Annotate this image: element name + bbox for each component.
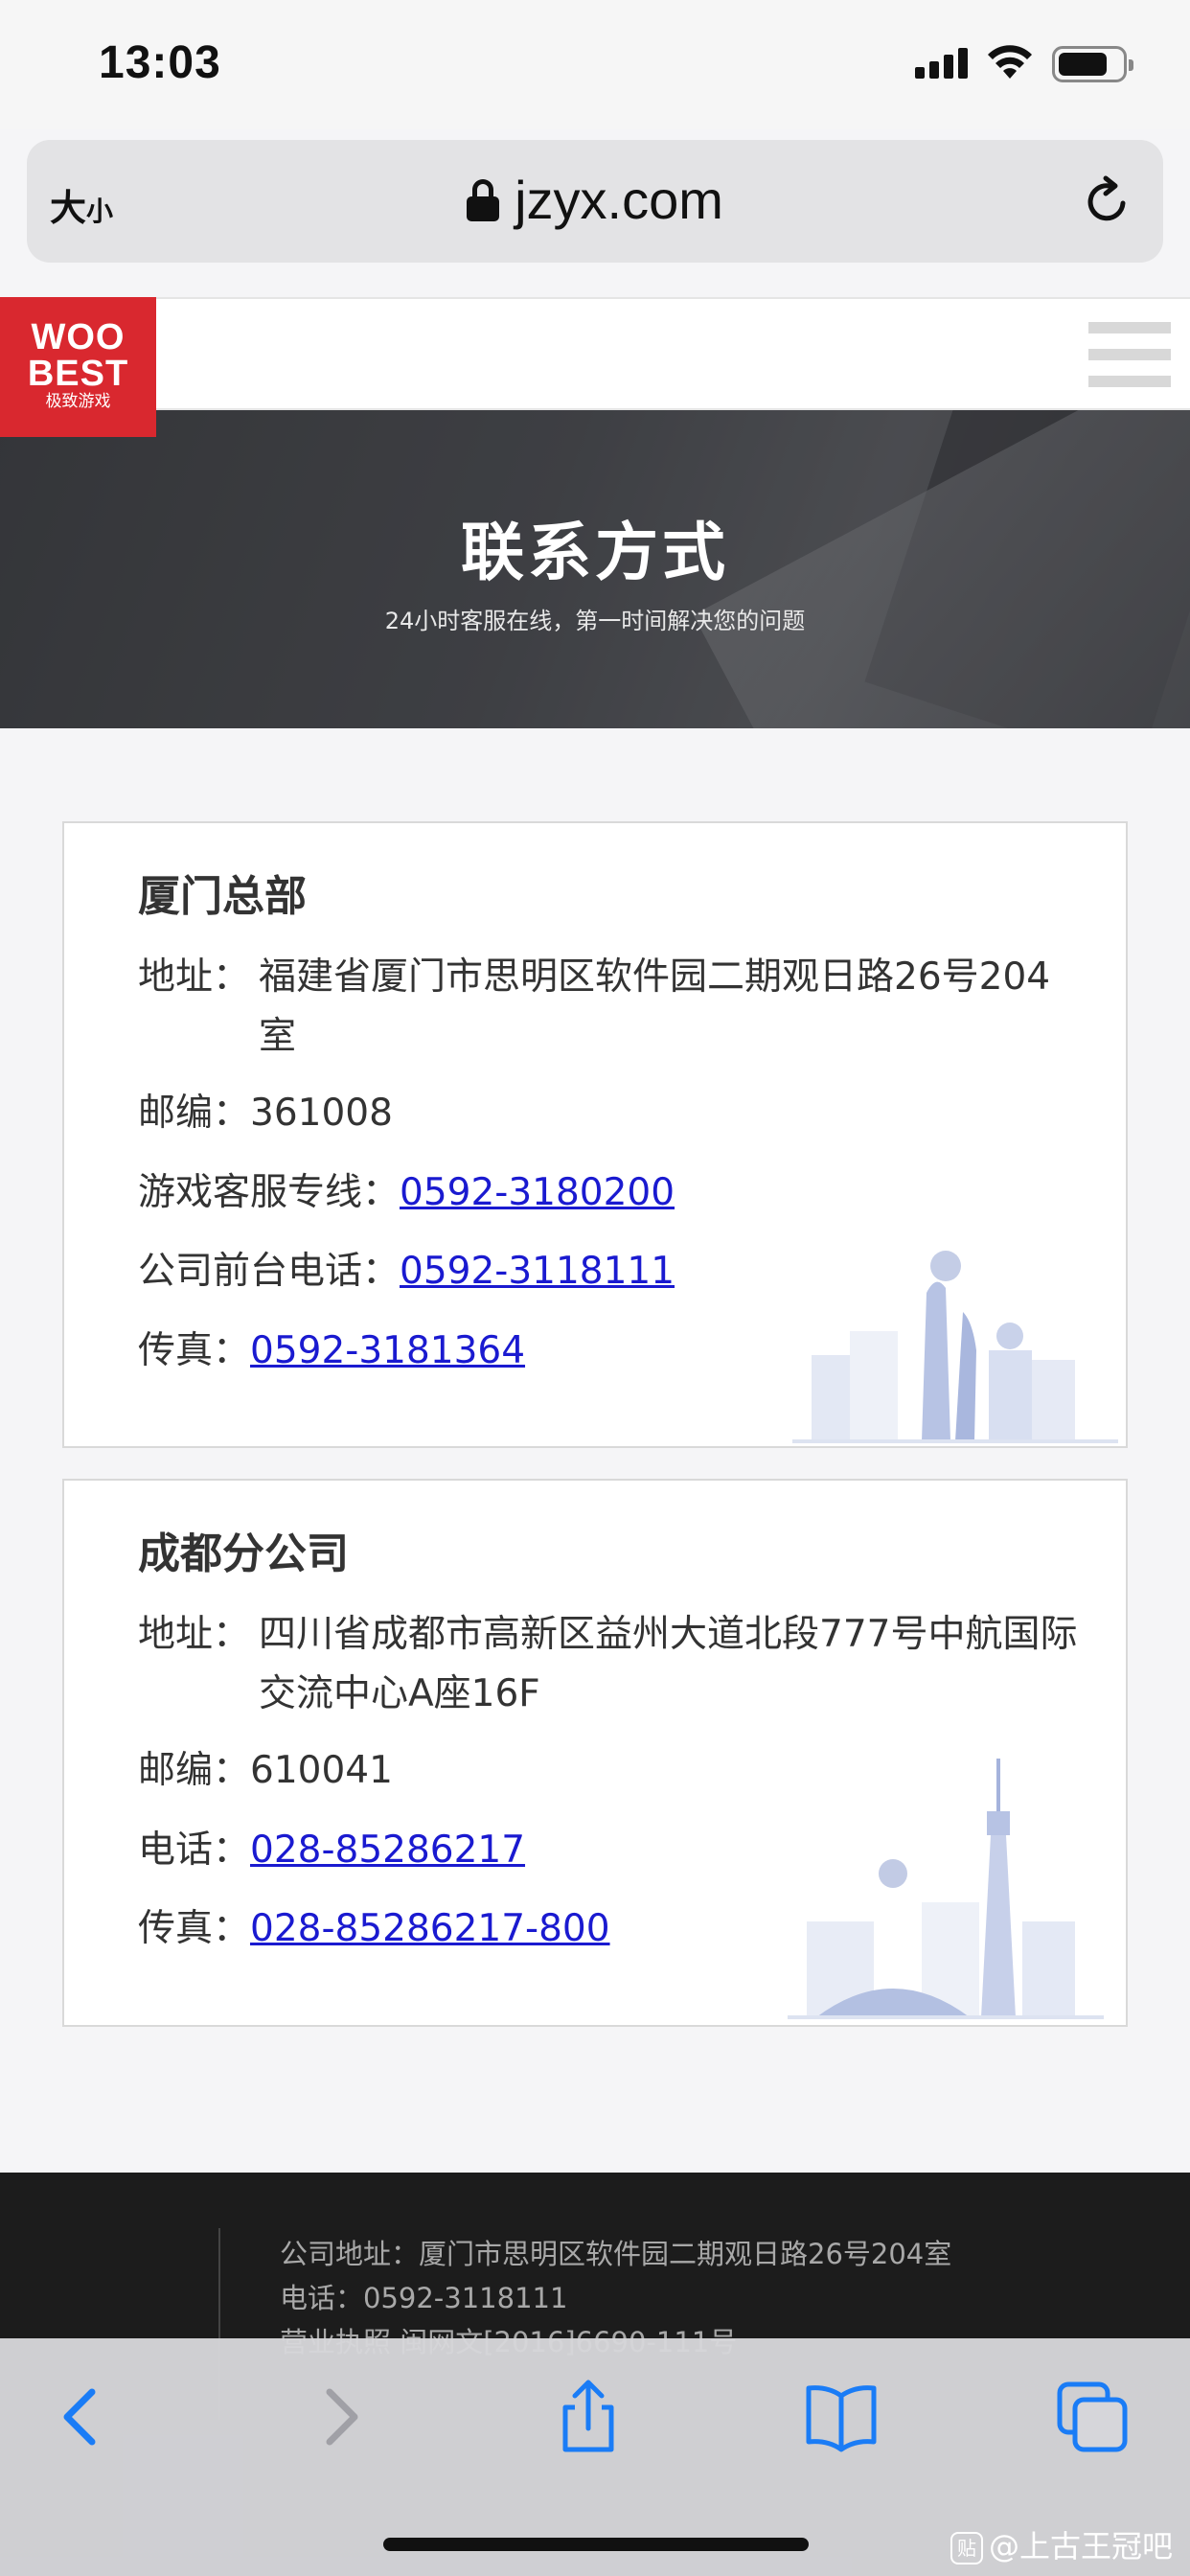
fax-row: 传真：0592-3181364 bbox=[138, 1329, 526, 1372]
zip-row: 邮编：610041 bbox=[138, 1749, 393, 1792]
game-service-row: 游戏客服专线：0592-3180200 bbox=[138, 1171, 675, 1214]
share-icon[interactable] bbox=[550, 2379, 627, 2455]
reload-icon[interactable] bbox=[1081, 174, 1134, 228]
footer-phone: 电话：0592-3118111 bbox=[280, 2282, 568, 2314]
back-icon[interactable] bbox=[44, 2379, 121, 2455]
status-bar: 13:03 bbox=[0, 0, 1190, 129]
office-card-chengdu: 成都分公司 地址： 四川省成都市高新区益州大道北段777号中航国际交流中心A座1… bbox=[62, 1479, 1128, 2027]
page-banner: 联系方式 24小时客服在线，第一时间解决您的问题 bbox=[0, 410, 1190, 728]
fax-link[interactable]: 028-85286217-800 bbox=[250, 1907, 610, 1950]
xiamen-skyline-illustration bbox=[792, 1251, 1118, 1443]
cellular-signal-icon bbox=[915, 48, 971, 79]
footer-address: 公司地址：厦门市思明区软件园二期观日路26号204室 bbox=[280, 2238, 952, 2270]
wifi-icon bbox=[988, 45, 1032, 79]
game-service-phone-link[interactable]: 0592-3180200 bbox=[400, 1171, 675, 1214]
chengdu-skyline-illustration bbox=[788, 1759, 1104, 2019]
office-title: 厦门总部 bbox=[138, 872, 307, 921]
reception-row: 公司前台电话：0592-3118111 bbox=[138, 1250, 675, 1293]
office-card-xiamen: 厦门总部 地址： 福建省厦门市思明区软件园二期观日路26号204室 邮编：361… bbox=[62, 821, 1128, 1448]
phone-row: 电话：028-85286217 bbox=[138, 1828, 526, 1872]
site-header: WOO BEST 极致游戏 bbox=[0, 297, 1190, 437]
page-title: 联系方式 bbox=[461, 516, 729, 589]
hamburger-menu-icon[interactable] bbox=[1088, 322, 1171, 387]
fax-row: 传真：028-85286217-800 bbox=[138, 1907, 610, 1950]
reception-phone-link[interactable]: 0592-3118111 bbox=[400, 1250, 675, 1293]
page-subtitle: 24小时客服在线，第一时间解决您的问题 bbox=[384, 608, 806, 634]
watermark: 贴 @上古王冠吧 bbox=[950, 2522, 1173, 2566]
address-label: 地址： bbox=[138, 955, 251, 999]
address-label: 地址： bbox=[138, 1613, 251, 1656]
tabs-icon[interactable] bbox=[1054, 2379, 1131, 2455]
address-bar[interactable]: 大小 jzyx.com bbox=[27, 140, 1163, 263]
forward-icon[interactable] bbox=[301, 2379, 378, 2455]
address-value: 四川省成都市高新区益州大道北段777号中航国际交流中心A座16F bbox=[259, 1613, 1078, 1715]
status-time: 13:03 bbox=[99, 37, 221, 88]
phone-link[interactable]: 028-85286217 bbox=[250, 1828, 525, 1872]
site-logo[interactable]: WOO BEST 极致游戏 bbox=[0, 297, 156, 437]
office-title: 成都分公司 bbox=[138, 1530, 349, 1578]
zip-row: 邮编：361008 bbox=[138, 1092, 393, 1135]
address-value: 福建省厦门市思明区软件园二期观日路26号204室 bbox=[259, 955, 1051, 1058]
lock-icon bbox=[467, 178, 500, 221]
url-text: jzyx.com bbox=[515, 170, 723, 230]
battery-icon bbox=[1052, 46, 1133, 82]
fax-link[interactable]: 0592-3181364 bbox=[250, 1329, 525, 1372]
url-display[interactable]: jzyx.com bbox=[27, 169, 1163, 231]
bookmarks-icon[interactable] bbox=[803, 2379, 880, 2455]
home-indicator bbox=[383, 2538, 809, 2551]
